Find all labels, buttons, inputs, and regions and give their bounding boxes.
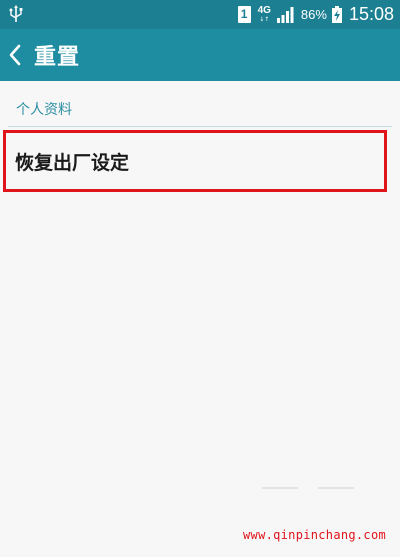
network-type-label: 4G	[257, 5, 271, 16]
status-clock: 15:08	[348, 4, 394, 24]
watermark: www.qinpinchang.com	[243, 528, 386, 542]
factory-reset-label: 恢复出厂设定	[15, 151, 130, 174]
section-divider	[8, 126, 392, 127]
signal-icon	[276, 6, 294, 23]
section-header: 个人资料	[16, 102, 72, 118]
nav-hint	[262, 487, 298, 489]
factory-reset-item[interactable]: 恢复出厂设定	[3, 130, 387, 192]
sim-icon: 1	[237, 6, 251, 23]
nav-hint	[318, 487, 354, 489]
status-indicators: 1 4G ↓↑ 86% 15:08	[237, 0, 394, 29]
network-type-icon: 4G ↓↑	[258, 6, 271, 23]
action-bar: 重置	[0, 29, 400, 81]
status-bar: 1 4G ↓↑ 86% 15:08	[0, 0, 400, 29]
usb-icon	[9, 5, 23, 22]
page-title: 重置	[34, 45, 81, 70]
network-activity-icon: ↓↑	[259, 16, 270, 23]
chevron-left-icon[interactable]	[8, 44, 22, 66]
battery-percent: 86%	[300, 7, 327, 22]
battery-charging-icon	[331, 6, 342, 23]
